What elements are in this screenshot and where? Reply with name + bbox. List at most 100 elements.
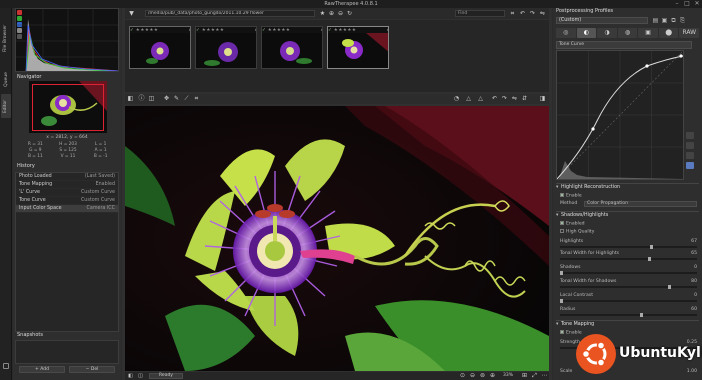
slider-handle[interactable] (668, 285, 671, 289)
tab-transform[interactable]: ◍ (617, 28, 638, 38)
more-icon[interactable]: ⋯ (541, 372, 548, 379)
rating-stars[interactable]: ★★★★★ (136, 28, 159, 33)
local-contrast-value[interactable]: 0 (694, 293, 697, 298)
filter-icon[interactable]: ▼ (128, 10, 135, 17)
new-window-icon[interactable]: ⊞ (521, 372, 528, 379)
local-contrast-slider[interactable] (560, 299, 697, 303)
straighten-icon[interactable]: ⟋ (183, 95, 190, 102)
search-input[interactable]: Find (455, 10, 505, 17)
navigator-preview[interactable] (29, 81, 107, 133)
hide-right-panel-icon[interactable]: ◨ (539, 95, 546, 102)
thumbnail[interactable]: ✓★★★★★ ▪ (261, 26, 323, 69)
rotate-left-editor-icon[interactable]: ↶ (491, 95, 498, 102)
image-preview[interactable] (125, 106, 549, 371)
save-profile-icon[interactable]: ▣ (661, 17, 668, 24)
zoom-out-icon[interactable]: ⊖ (337, 10, 344, 17)
tab-exposure[interactable]: ◎ (556, 28, 576, 38)
tone-curve-editor[interactable] (556, 50, 684, 180)
high-quality-row[interactable]: High Quality (560, 229, 697, 235)
rotate-left-icon[interactable]: ↶ (519, 10, 526, 17)
tab-metadata[interactable]: ⬤ (658, 28, 679, 38)
crop-tool-icon[interactable]: ⌗ (193, 95, 200, 102)
zoom-fit-icon[interactable]: ⊙ (459, 372, 466, 379)
tw-highlights-value[interactable]: 65 (691, 251, 697, 256)
zoom-in-icon[interactable]: ⊕ (328, 10, 335, 17)
trash-icon[interactable]: ▪ (387, 28, 388, 33)
curve-save-icon[interactable] (686, 142, 694, 149)
crop-icon[interactable]: ⌗ (509, 10, 516, 17)
curve-point[interactable] (645, 64, 649, 68)
refresh-icon[interactable]: ↻ (346, 10, 353, 17)
info-icon[interactable]: ⓘ (138, 95, 145, 102)
delete-snapshot-button[interactable]: − Del (69, 366, 115, 373)
curve-copy-icon[interactable] (686, 152, 694, 159)
before-after-icon[interactable]: ◫ (148, 95, 155, 102)
tab-editor[interactable]: Editor (1, 94, 11, 118)
thumbnail[interactable]: ✓★★★★★ ▪ (195, 26, 257, 69)
slider-handle[interactable] (560, 299, 563, 303)
curve-type-select[interactable]: Tone Curve (556, 41, 692, 49)
folder-path[interactable]: /media/pub/_data/photo_gungdo/2011.10.29… (145, 10, 315, 17)
tab-queue[interactable]: Queue (1, 66, 11, 92)
rotate-right-icon[interactable]: ↷ (529, 10, 536, 17)
rating-stars[interactable]: ★★★★★ (268, 28, 291, 33)
open-profile-icon[interactable]: ▤ (652, 17, 659, 24)
trash-icon[interactable]: ▪ (321, 28, 322, 33)
tab-raw-extra[interactable]: RAW (679, 28, 700, 38)
enable-checkbox[interactable] (560, 193, 564, 197)
shadows-value[interactable]: 0 (694, 265, 697, 270)
shadows-slider[interactable] (560, 271, 697, 275)
shadows-highlights-header[interactable]: ▾ Shadows/Highlights (556, 213, 699, 218)
curve-reset-icon[interactable] (686, 162, 694, 169)
tw-highlights-slider[interactable] (560, 257, 697, 261)
enabled-checkbox[interactable] (560, 221, 564, 225)
tab-file-browser[interactable]: File Browser (1, 12, 11, 64)
tw-shadows-value[interactable]: 80 (691, 279, 697, 284)
history-item[interactable]: Tone Mapping Enabled (16, 181, 118, 189)
paste-profile-icon[interactable]: ⎘ (679, 17, 686, 24)
navigator-viewport-frame[interactable] (32, 84, 104, 131)
highlights-value[interactable]: 67 (691, 239, 697, 244)
preview-mode-icon[interactable]: ◔ (453, 95, 460, 102)
film-strip-toggle-icon[interactable]: ◫ (137, 373, 144, 380)
enabled-row[interactable]: Enabled (560, 221, 697, 227)
tab-details[interactable]: ◐ (576, 28, 597, 38)
hand-tool-icon[interactable]: ✥ (163, 95, 170, 102)
history-item[interactable]: Photo Loaded (Last Saved) (16, 173, 118, 181)
history-item[interactable]: Tone Curve Custom Curve (16, 197, 118, 205)
slider-handle[interactable] (560, 271, 563, 275)
profile-select[interactable]: (Custom) (556, 17, 648, 24)
fullscreen-icon[interactable]: ⤢ (531, 372, 538, 379)
zoom-out-icon[interactable]: ⊖ (469, 372, 476, 379)
slider-handle[interactable] (650, 245, 653, 249)
thumbnail[interactable]: ✓★★★★★ ▪ (129, 26, 191, 69)
trash-icon[interactable]: ▪ (189, 28, 190, 33)
flip-v-icon[interactable]: ⇵ (521, 95, 528, 102)
radius-slider[interactable] (560, 313, 697, 317)
highlights-slider[interactable] (560, 245, 697, 249)
highlight-enable-row[interactable]: Enable (560, 193, 697, 199)
add-snapshot-button[interactable]: + Add (19, 366, 65, 373)
history-item[interactable]: 'L' Curve Custom Curve (16, 189, 118, 197)
tab-color[interactable]: ◑ (597, 28, 617, 38)
rotate-right-editor-icon[interactable]: ↷ (501, 95, 508, 102)
star-filter-icon[interactable]: ★ (319, 10, 326, 17)
tab-raw[interactable]: ▣ (638, 28, 658, 38)
flip-icon[interactable]: ⇋ (539, 10, 546, 17)
method-select[interactable]: Color Propagation (584, 201, 697, 207)
rating-stars[interactable]: ★★★★★ (334, 28, 357, 33)
tone-mapping-header[interactable]: ▾ Tone Mapping (556, 322, 699, 327)
shadow-clip-icon[interactable]: △ (465, 95, 472, 102)
tw-shadows-slider[interactable] (560, 285, 697, 289)
trash-icon[interactable]: ▪ (255, 28, 256, 33)
radius-value[interactable]: 60 (691, 307, 697, 312)
copy-profile-icon[interactable]: ⧉ (670, 17, 677, 24)
highlight-clip-icon[interactable]: △ (477, 95, 484, 102)
zoom-100-icon[interactable]: ⊚ (479, 372, 486, 379)
minimize-button[interactable]: – (672, 0, 682, 8)
highlight-reconstruction-header[interactable]: ▾ Highlight Reconstruction (556, 185, 699, 190)
tm-enable-checkbox[interactable] (560, 330, 564, 334)
preferences-icon[interactable] (3, 363, 9, 369)
close-button[interactable]: ✕ (692, 0, 702, 8)
slider-handle[interactable] (648, 257, 651, 261)
